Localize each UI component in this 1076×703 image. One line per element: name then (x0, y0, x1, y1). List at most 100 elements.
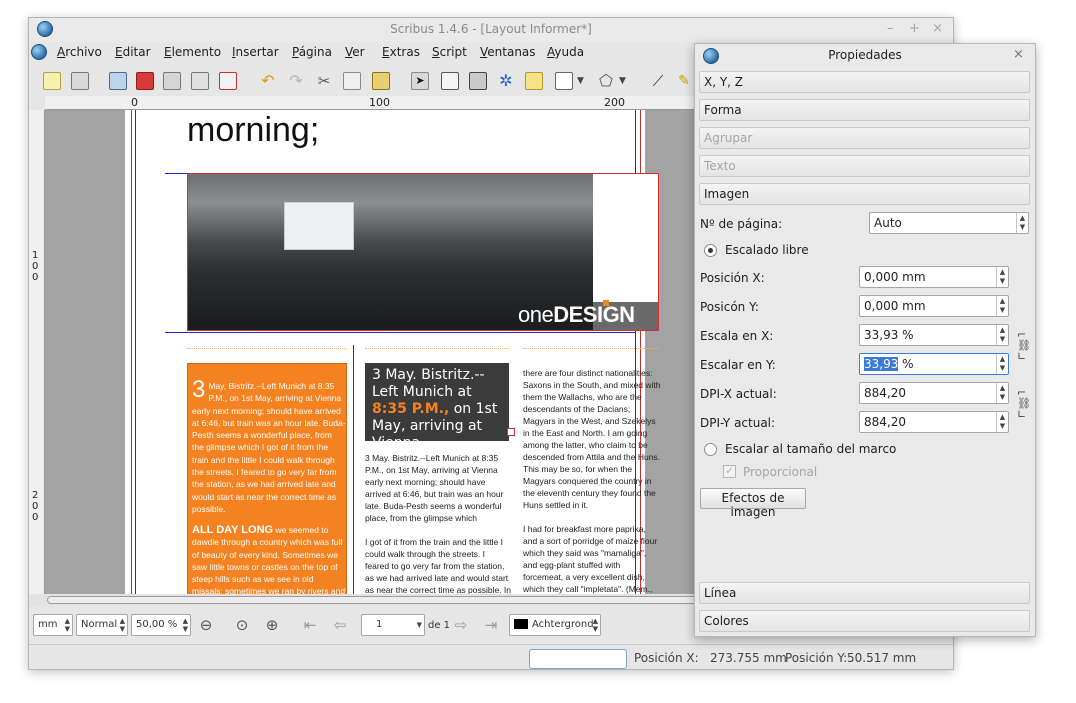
open-icon[interactable] (71, 72, 89, 90)
zoom-out-icon[interactable]: ⊖ (197, 616, 215, 634)
middle-text-column[interactable]: 3 May. Bistritz.--Left Munich at 8:35 P.… (365, 452, 511, 594)
preflight-icon[interactable] (191, 72, 209, 90)
headline-text[interactable]: morning; (187, 112, 319, 148)
image-frame-icon[interactable] (469, 72, 487, 90)
polygon-dropdown-icon[interactable]: ▼ (619, 72, 637, 90)
section-forma[interactable]: Forma (699, 99, 1030, 121)
ruler-mark: 200 (604, 96, 625, 109)
layer-select[interactable]: Achtergrond ▲ ▼ (509, 614, 601, 636)
select-tool-icon[interactable]: ➤ (411, 72, 429, 90)
render-frame-icon[interactable]: ✲ (497, 72, 515, 90)
zoom-100-icon[interactable]: ⊙ (233, 616, 251, 634)
position-y-input[interactable]: 0,000 mm ▲ ▼ (859, 295, 1009, 317)
orange-text-frame[interactable]: 3 May, Bistritz.--Left Munich at 8:35 P.M… (187, 363, 347, 594)
image-effects-button[interactable]: Efectos de imagen (700, 488, 806, 519)
status-message-field (529, 649, 627, 669)
polygon-icon[interactable]: ⬠ (597, 72, 615, 90)
save-icon[interactable] (109, 72, 127, 90)
shape-icon[interactable] (555, 72, 573, 90)
scale-x-label: Escala en X: (700, 329, 774, 343)
status-bar: Posición X: 273.755 mm Posición Y: 50.51… (29, 644, 953, 670)
section-xyz[interactable]: X, Y, Z (699, 71, 1030, 93)
text-frame-icon[interactable] (441, 72, 459, 90)
redo-icon[interactable]: ↷ (287, 72, 305, 90)
zoom-input[interactable]: 50,00 % ▲ ▼ (131, 614, 191, 636)
new-document-icon[interactable] (43, 72, 61, 90)
scale-to-frame-label: Escalar al tamaño del marco (725, 442, 897, 456)
ruler-vertical[interactable]: 100 200 (29, 110, 45, 594)
free-scaling-label: Escalado libre (725, 243, 809, 257)
free-scaling-radio[interactable] (704, 244, 717, 257)
ruler-horizontal[interactable]: 0 100 200 (45, 96, 697, 110)
next-page-icon[interactable]: ⇨ (452, 616, 470, 634)
close-icon[interactable]: × (932, 21, 943, 36)
section-texto[interactable]: Texto (699, 155, 1030, 177)
dpi-y-input[interactable]: 884,20 ▲ ▼ (859, 411, 1009, 433)
section-imagen[interactable]: Imagen (699, 183, 1030, 205)
section-colores[interactable]: Colores (699, 610, 1030, 632)
proportional-checkbox[interactable]: ✓ (723, 465, 736, 478)
right-text-column[interactable]: there are four distinct nationalities: S… (523, 367, 661, 594)
ruler-mark: 100 (369, 96, 390, 109)
document-canvas[interactable]: morning; oneDESIGN 3 May, Bistritz.--Left… (45, 110, 697, 594)
unit-select[interactable]: mm ▲ ▼ (33, 614, 73, 636)
close-document-icon[interactable] (136, 72, 154, 90)
copy-icon[interactable] (343, 72, 361, 90)
menu-elemento[interactable]: Elemento (164, 45, 221, 59)
proportional-label: Proporcional (743, 465, 818, 479)
line-tool-icon[interactable]: ⟋ (649, 72, 667, 90)
properties-panel: Propiedades × X, Y, Z Forma Agrupar Text… (694, 43, 1036, 637)
title-bar: Scribus 1.4.6 - [Layout Informer*] – + × (29, 18, 953, 42)
table-icon[interactable] (525, 72, 543, 90)
undo-icon[interactable]: ↶ (259, 72, 277, 90)
pull-quote-frame[interactable]: 3 May. Bistritz.--Left Munich at 8:35 P.… (365, 363, 509, 451)
text-overflow-icon[interactable] (507, 428, 515, 436)
menu-archivo[interactable]: Archivo (57, 45, 102, 59)
scale-link-chain-icon[interactable]: ⌐ ⛓ ∟ (1017, 329, 1031, 362)
view-mode-select[interactable]: Normal ▲ ▼ (76, 614, 128, 636)
scale-y-input[interactable]: 33,93 % ▲ ▼ (859, 353, 1009, 375)
first-page-icon[interactable]: ⇤ (301, 616, 319, 634)
menu-extras[interactable]: Extras (382, 45, 420, 59)
dpi-x-label: DPI-X actual: (700, 387, 777, 401)
bezier-icon[interactable]: ✎ (675, 72, 693, 90)
position-x-label: Posición X: (700, 271, 765, 285)
page-number-select[interactable]: Auto ▲ ▼ (869, 212, 1029, 234)
menu-ver[interactable]: Ver (345, 45, 365, 59)
cut-icon[interactable]: ✂ (315, 72, 333, 90)
menu-pagina[interactable]: Página (292, 45, 332, 59)
image-frame[interactable]: oneDESIGN (187, 173, 659, 331)
zoom-in-icon[interactable]: ⊕ (263, 616, 281, 634)
scale-to-frame-radio[interactable] (704, 443, 717, 456)
menu-insertar[interactable]: Insertar (232, 45, 279, 59)
scribus-logo-icon (31, 44, 47, 60)
close-icon[interactable]: × (1013, 47, 1024, 62)
dpi-x-input[interactable]: 884,20 ▲ ▼ (859, 382, 1009, 404)
menu-ventanas[interactable]: Ventanas (480, 45, 536, 59)
scale-y-label: Escalar en Y: (700, 358, 776, 372)
maximize-icon[interactable]: + (909, 21, 920, 36)
drop-cap: 3 (192, 376, 206, 403)
ruler-mark: 200 (32, 490, 39, 523)
scale-x-input[interactable]: 33,93 % ▲ ▼ (859, 324, 1009, 346)
page-number-select[interactable]: 1 ▼ (361, 614, 425, 636)
last-page-icon[interactable]: ⇥ (482, 616, 500, 634)
orange-paragraph: 3 May, Bistritz.--Left Munich at 8:35 P.M… (192, 376, 346, 514)
position-y-value: 50.517 mm (847, 651, 917, 665)
ruler-mark: 0 (131, 96, 138, 109)
section-agrupar[interactable]: Agrupar (699, 127, 1030, 149)
menu-script[interactable]: Script (432, 45, 467, 59)
section-linea[interactable]: Línea (699, 582, 1030, 604)
previous-page-icon[interactable]: ⇦ (331, 616, 349, 634)
position-x-input[interactable]: 0,000 mm ▲ ▼ (859, 266, 1009, 288)
shape-dropdown-icon[interactable]: ▼ (577, 72, 595, 90)
dpi-link-chain-icon[interactable]: ⌐ ⛓ ∟ (1017, 387, 1031, 420)
window-title: Scribus 1.4.6 - [Layout Informer*] (390, 22, 592, 36)
paste-icon[interactable] (372, 72, 390, 90)
minimize-icon[interactable]: – (887, 21, 894, 36)
menu-ayuda[interactable]: Ayuda (547, 45, 584, 59)
print-icon[interactable] (163, 72, 181, 90)
menu-editar[interactable]: Editar (115, 45, 151, 59)
document-page[interactable]: morning; oneDESIGN 3 May, Bistritz.--Left… (125, 110, 661, 594)
pdf-export-icon[interactable] (219, 72, 237, 90)
